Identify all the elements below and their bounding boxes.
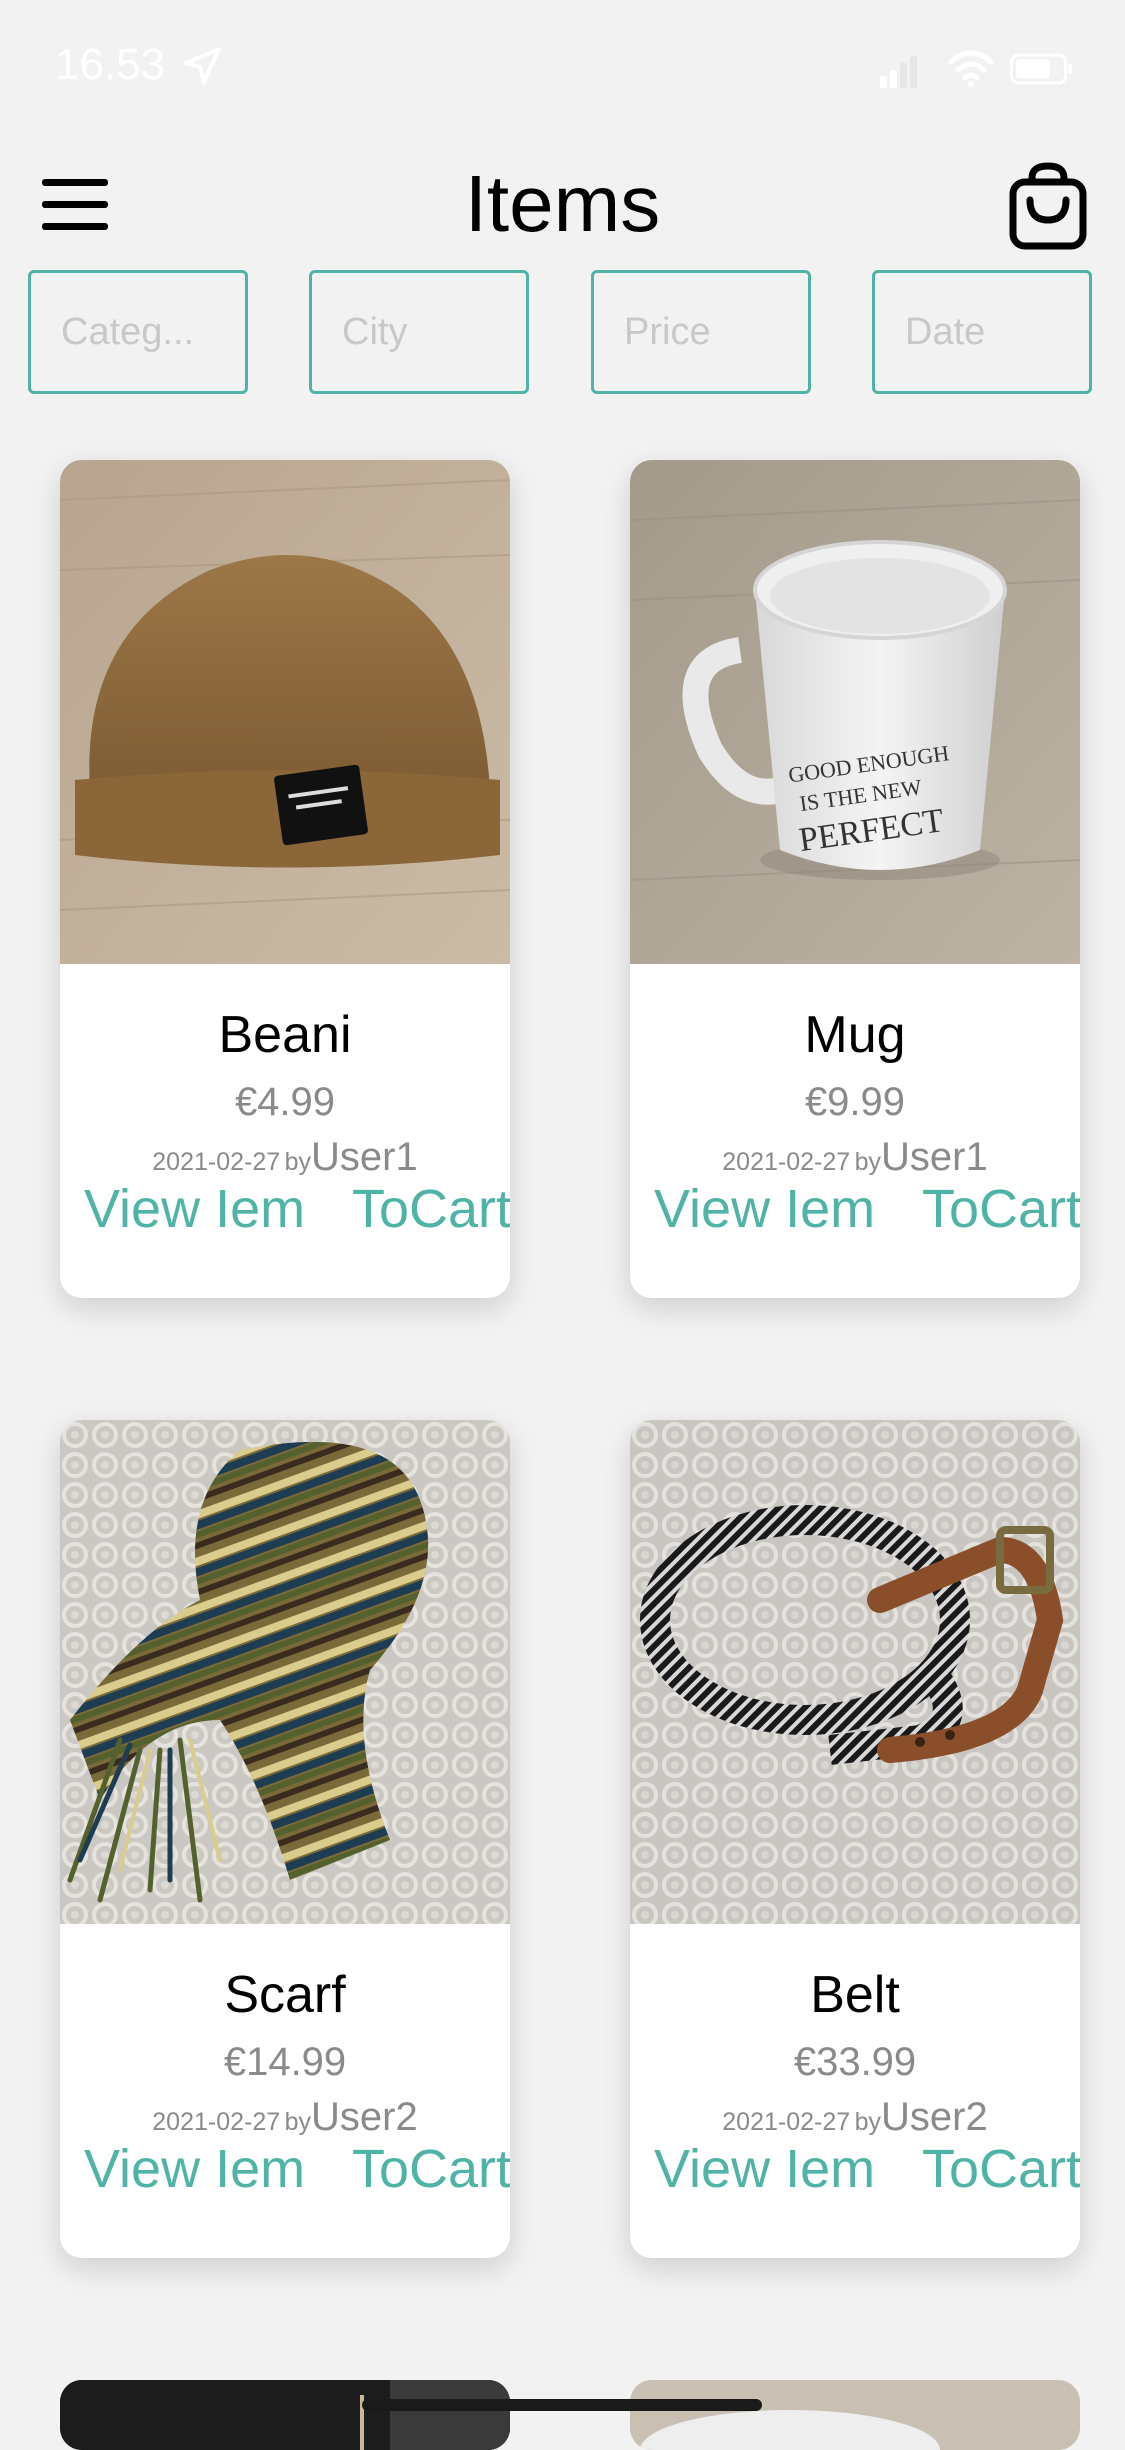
item-meta: 2021-02-27 byUser1 bbox=[60, 1135, 510, 1180]
view-item-link[interactable]: View Iem bbox=[654, 1178, 875, 1240]
add-to-cart-link[interactable]: ToCart bbox=[352, 1178, 510, 1240]
item-date: 2021-02-27 bbox=[152, 2108, 281, 2136]
item-price: €14.99 bbox=[223, 2040, 347, 2084]
filter-bar bbox=[28, 270, 1098, 398]
view-item-link[interactable]: View Iem bbox=[654, 2138, 875, 2200]
wifi-icon bbox=[948, 50, 994, 87]
item-card[interactable]: Belt €33.99 2021-02-27 byUser2 View Iem … bbox=[630, 1420, 1080, 2258]
signal-icon bbox=[880, 56, 917, 88]
shopping-bag-icon[interactable] bbox=[1008, 162, 1088, 250]
item-date: 2021-02-27 bbox=[722, 2108, 851, 2136]
item-price: €9.99 bbox=[804, 1080, 906, 1124]
mug-photo: GOOD ENOUGH IS THE NEW PERFECT bbox=[630, 460, 1080, 964]
home-indicator[interactable] bbox=[362, 2399, 762, 2411]
date-filter-input[interactable] bbox=[872, 270, 1092, 394]
item-card[interactable]: GOOD ENOUGH IS THE NEW PERFECT Mug €9.99… bbox=[630, 460, 1080, 1298]
add-to-cart-link[interactable]: ToCart bbox=[922, 1178, 1080, 1240]
item-meta: 2021-02-27 byUser2 bbox=[630, 2095, 1080, 2140]
item-user: User2 bbox=[881, 2095, 988, 2139]
item-card-partial[interactable] bbox=[60, 2380, 510, 2450]
view-item-link[interactable]: View Iem bbox=[84, 2138, 305, 2200]
item-user: User2 bbox=[311, 2095, 418, 2139]
price-filter-input[interactable] bbox=[591, 270, 811, 394]
item-by-label: by bbox=[854, 1148, 882, 1176]
item-price: €4.99 bbox=[234, 1080, 336, 1124]
item-by-label: by bbox=[284, 1148, 312, 1176]
beanie-photo bbox=[60, 460, 510, 964]
item-user: User1 bbox=[311, 1135, 418, 1179]
item-by-label: by bbox=[854, 2108, 882, 2136]
item-meta: 2021-02-27 byUser1 bbox=[630, 1135, 1080, 1180]
scarf-photo bbox=[60, 1420, 510, 1924]
item-name: Scarf bbox=[224, 1966, 346, 2024]
item-user: User1 bbox=[881, 1135, 988, 1179]
item-photo-partial bbox=[60, 2380, 510, 2450]
item-date: 2021-02-27 bbox=[722, 1148, 851, 1176]
item-by-label: by bbox=[284, 2108, 312, 2136]
add-to-cart-link[interactable]: ToCart bbox=[922, 2138, 1080, 2200]
add-to-cart-link[interactable]: ToCart bbox=[352, 2138, 510, 2200]
item-name: Beani bbox=[218, 1006, 352, 1064]
item-card[interactable]: Beani €4.99 2021-02-27 byUser1 View Iem … bbox=[60, 460, 510, 1298]
item-meta: 2021-02-27 byUser2 bbox=[60, 2095, 510, 2140]
view-item-link[interactable]: View Iem bbox=[84, 1178, 305, 1240]
item-date: 2021-02-27 bbox=[152, 1148, 281, 1176]
status-time: 16.53 bbox=[55, 40, 166, 89]
item-price: €33.99 bbox=[793, 2040, 917, 2084]
app-header: Items bbox=[0, 150, 1125, 260]
category-filter-input[interactable] bbox=[28, 270, 248, 394]
item-card[interactable]: Scarf €14.99 2021-02-27 byUser2 View Iem… bbox=[60, 1420, 510, 2258]
item-name: Belt bbox=[810, 1966, 900, 2024]
city-filter-input[interactable] bbox=[309, 270, 529, 394]
belt-photo bbox=[630, 1420, 1080, 1924]
battery-icon bbox=[1010, 53, 1072, 85]
status-bar: 16.53 bbox=[0, 0, 1125, 140]
item-photo-partial bbox=[630, 2380, 1080, 2450]
location-arrow-icon bbox=[183, 47, 221, 85]
item-name: Mug bbox=[804, 1006, 906, 1064]
item-card-partial[interactable] bbox=[630, 2380, 1080, 2450]
page-title: Items bbox=[464, 159, 661, 248]
